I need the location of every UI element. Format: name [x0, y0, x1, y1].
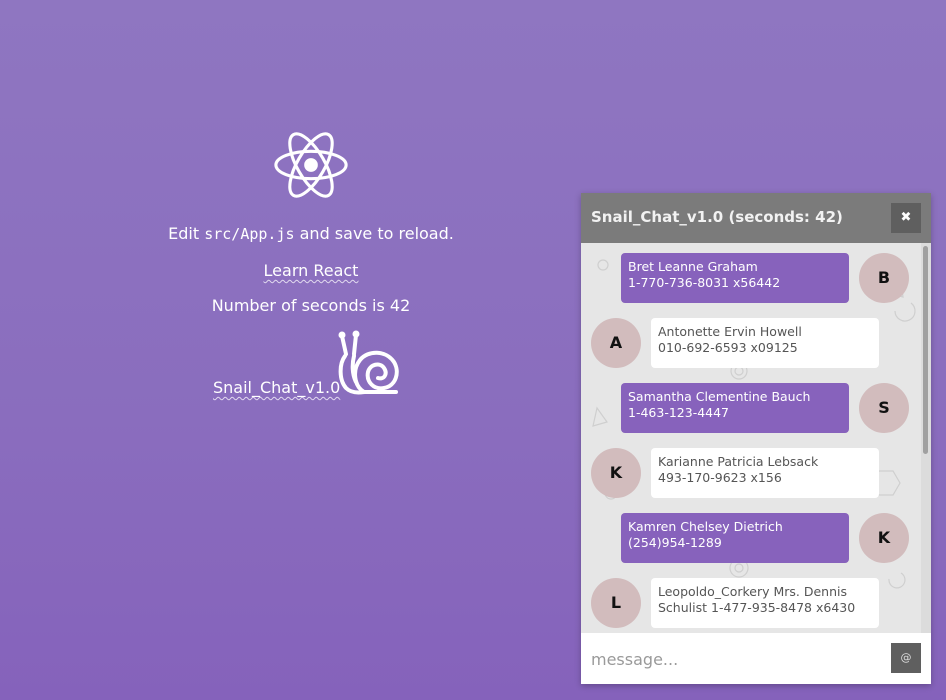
chat-widget: Snail_Chat_v1.0 (seconds: 42) ✖ Bret Lea… — [581, 193, 931, 684]
chat-scrollbar[interactable] — [921, 243, 931, 633]
avatar: L — [591, 578, 641, 628]
message-bubble: Leopoldo_Corkery Mrs. Dennis Schulist 1-4… — [651, 578, 879, 628]
message-line-2: 1-770-736-8031 x56442 — [628, 275, 781, 290]
message-line-2: (254)954-1289 — [628, 535, 722, 550]
message-line-2: Schulist 1-477-935-8478 x6430 — [658, 600, 856, 615]
message-bubble: Kamren Chelsey Dietrich (254)954-1289 — [621, 513, 849, 563]
chat-messages[interactable]: Bret Leanne Graham 1-770-736-8031 x56442 B… — [581, 243, 931, 633]
at-icon: @ — [900, 651, 912, 664]
close-icon: ✖ — [900, 210, 912, 225]
message-line-1: Bret Leanne Graham — [628, 259, 758, 274]
message-line-1: Leopoldo_Corkery Mrs. Dennis — [658, 584, 848, 599]
avatar: S — [859, 383, 909, 433]
message-line-2: 010-692-6593 x09125 — [658, 340, 798, 355]
send-button[interactable]: @ — [891, 643, 921, 673]
edit-code: src/App.js — [204, 225, 295, 243]
message-row: Samantha Clementine Bauch 1-463-123-4447 S — [581, 383, 921, 433]
scroll-thumb[interactable] — [923, 246, 928, 454]
learn-react-link[interactable]: Learn React — [264, 261, 359, 280]
avatar: B — [859, 253, 909, 303]
message-bubble: Karianne Patricia Lebsack 493-170-9623 x1… — [651, 448, 879, 498]
message-line-1: Karianne Patricia Lebsack — [658, 454, 819, 469]
message-line-1: Samantha Clementine Bauch — [628, 389, 811, 404]
message-row: Karianne Patricia Lebsack 493-170-9623 x1… — [581, 448, 921, 498]
avatar: A — [591, 318, 641, 368]
message-row: Antonette Ervin Howell 010-692-6593 x0912… — [581, 318, 921, 368]
message-bubble: Bret Leanne Graham 1-770-736-8031 x56442 — [621, 253, 849, 303]
message-bubble: Samantha Clementine Bauch 1-463-123-4447 — [621, 383, 849, 433]
snail-icon[interactable] — [334, 330, 402, 396]
message-row: Kamren Chelsey Dietrich (254)954-1289 K — [581, 513, 921, 563]
seconds-counter: Number of seconds is 42 — [211, 296, 411, 315]
chat-header: Snail_Chat_v1.0 (seconds: 42) ✖ — [581, 193, 931, 243]
message-row: Bret Leanne Graham 1-770-736-8031 x56442 B — [581, 253, 921, 303]
edit-instruction: Edit src/App.js and save to reload. — [0, 224, 622, 243]
app-main: Edit src/App.js and save to reload. Lear… — [0, 0, 622, 700]
edit-suffix: and save to reload. — [294, 224, 454, 243]
message-row: Leopoldo_Corkery Mrs. Dennis Schulist 1-4… — [581, 578, 921, 628]
message-bubble: Antonette Ervin Howell 010-692-6593 x0912… — [651, 318, 879, 368]
react-atom-icon — [274, 132, 348, 198]
avatar: K — [591, 448, 641, 498]
edit-prefix: Edit — [168, 224, 205, 243]
chat-footer: @ — [581, 633, 931, 684]
message-line-1: Antonette Ervin Howell — [658, 324, 802, 339]
avatar: K — [859, 513, 909, 563]
chat-title: Snail_Chat_v1.0 (seconds: 42) — [591, 208, 843, 226]
message-input[interactable] — [591, 646, 871, 672]
message-line-2: 1-463-123-4447 — [628, 405, 730, 420]
close-button[interactable]: ✖ — [891, 203, 921, 233]
message-line-2: 493-170-9623 x156 — [658, 470, 782, 485]
snail-chat-link[interactable]: Snail_Chat_v1.0 — [213, 378, 340, 397]
message-line-1: Kamren Chelsey Dietrich — [628, 519, 783, 534]
